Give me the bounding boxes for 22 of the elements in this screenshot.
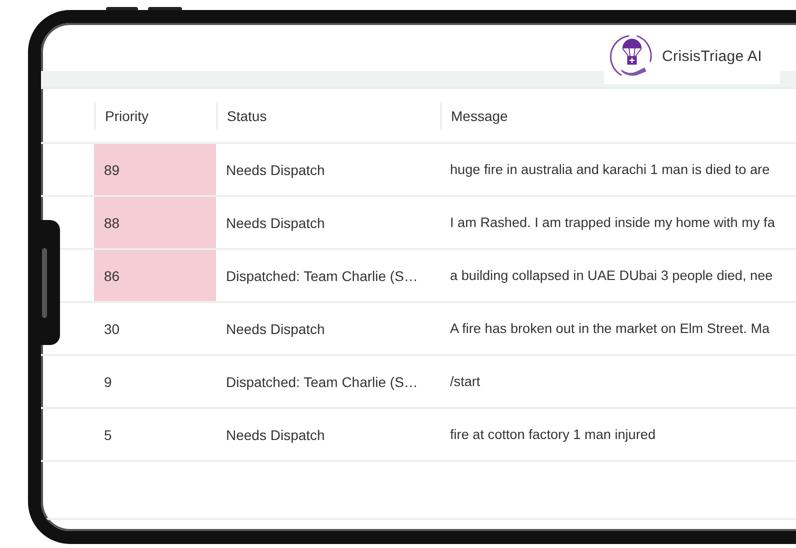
- status-cell-text: Dispatched: Team Charlie (S…: [225, 266, 419, 286]
- brand-name: CrisisTriage AI: [662, 48, 762, 65]
- column-header[interactable]: Status: [216, 102, 440, 130]
- message-cell-text: huge fire in australia and karachi 1 man is died to are: [449, 161, 771, 179]
- message-cell-text: I am Rashed. I am trapped inside my home with my fa: [449, 214, 776, 232]
- status-cell-text: Needs Dispatch: [225, 426, 326, 445]
- priority-cell-text: 30: [103, 320, 121, 338]
- status-cell-text: Dispatched: Team Charlie (S…: [225, 372, 419, 392]
- status-cell-text: Needs Dispatch: [225, 320, 326, 339]
- message-cell-text: a building collapsed in UAE DUbai 3 people died, nee: [449, 267, 774, 285]
- status-cell-text: Needs Dispatch: [225, 160, 326, 180]
- priority-cell: 89: [94, 144, 216, 195]
- priority-cell-text: 9: [103, 372, 113, 392]
- column-header[interactable]: Message: [440, 102, 796, 130]
- message-cell-text: /start: [449, 373, 482, 391]
- column-header[interactable]: Priority: [94, 102, 216, 130]
- priority-cell-text: 5: [103, 426, 113, 444]
- priority-cell: 88: [94, 197, 216, 248]
- status-cell-text: Needs Dispatch: [225, 214, 326, 233]
- message-cell-text: A fire has broken out in the market on Elm Street. Ma: [449, 320, 771, 338]
- priority-cell: 86: [94, 250, 216, 301]
- message-cell-text: fire at cotton factory 1 man injured: [449, 426, 657, 444]
